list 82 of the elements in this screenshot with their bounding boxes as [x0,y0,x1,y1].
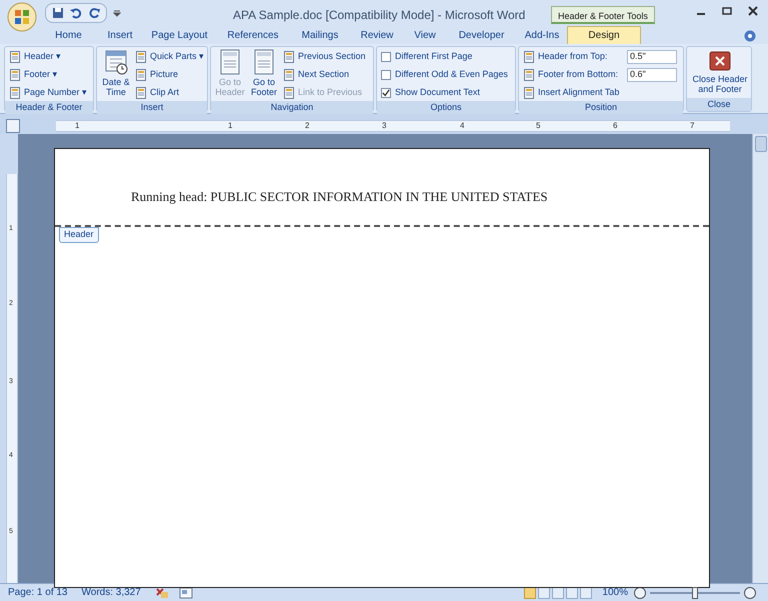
window-title: APA Sample.doc [Compatibility Mode] - Microsoft Word [233,7,526,24]
group-label: Options [377,101,515,114]
contextual-tab-group: Header & Footer Tools [551,6,655,24]
ruler-number: 4 [460,120,464,132]
ruler-number: 1 [228,120,232,132]
ribbon-button[interactable]: Header ▾ [9,49,88,65]
page-icon [252,49,276,75]
undo-icon[interactable] [70,7,82,19]
check-icon [382,89,390,97]
zoom-slider[interactable] [650,586,740,598]
dropdown-icon[interactable] [113,9,121,17]
ribbon-button[interactable]: Clip Art [135,85,204,101]
page-icon [523,87,535,99]
ruler-number: 2 [305,120,310,132]
close-icon[interactable] [748,6,758,16]
ribbon-tab[interactable]: View [404,26,446,44]
word-count[interactable]: Words: 3,327 [82,585,141,600]
field-label: Header from Top: [538,50,608,64]
ruler-number: 6 [613,120,618,132]
group-label: Insert [97,101,207,114]
save-icon[interactable] [52,7,64,19]
page-icon [135,51,147,63]
page-icon [283,87,295,99]
ribbon-button[interactable]: Next Section [283,67,366,83]
maximize-icon[interactable] [722,6,732,16]
page-icon [523,69,535,81]
calendar-icon [104,49,128,75]
page-count[interactable]: Page: 1 of 13 [8,585,68,600]
group-label: Position [519,101,683,114]
checkbox-option[interactable]: Show Document Text [381,85,508,101]
ruler-number: 3 [382,120,386,132]
macro-icon[interactable] [178,586,193,598]
tab-selector[interactable] [6,119,20,133]
checkbox-option[interactable]: Different Odd & Even Pages [381,67,508,83]
page-icon [283,69,295,81]
page-icon [9,51,21,63]
page-icon [135,69,147,81]
spin-field[interactable]: 0.5" [627,50,677,64]
ribbon-button[interactable]: Picture [135,67,204,83]
group-label: Navigation [211,101,373,114]
ribbon-tab[interactable]: Design [567,26,641,44]
help-icon[interactable] [744,30,756,42]
checkbox-option[interactable]: Different First Page [381,49,508,65]
zoom-in-button[interactable] [744,586,756,598]
page-icon [218,49,242,75]
group-label: Close [687,98,751,111]
ruler-number: 7 [690,120,694,132]
ribbon-button[interactable]: Page Number ▾ [9,85,88,101]
header-text: Running head: PUBLIC SECTOR INFORMATION IN THE UNITED STATES [131,188,548,206]
ribbon-button[interactable]: Previous Section [283,49,366,65]
page-icon [283,51,295,63]
ribbon-tab[interactable]: Home [40,26,97,44]
page-icon [135,87,147,99]
page-icon [9,87,21,99]
redo-icon[interactable] [88,7,100,19]
spin-field[interactable]: 0.6" [627,68,677,82]
header-tag: Header [59,227,99,242]
close-header-button[interactable]: Close Header and Footer [691,49,749,94]
scroll-thumb[interactable] [754,136,766,152]
ribbon-tab[interactable]: Developer [446,26,517,44]
ribbon-tab[interactable]: Mailings [290,26,350,44]
close-icon [709,51,731,71]
field-label: Footer from Bottom: [538,68,620,82]
ribbon-button[interactable]: Date & Time [101,49,131,97]
ribbon-button[interactable]: Go to Footer [249,49,279,97]
group-label: Header & Footer [5,101,93,114]
ruler-number: 5 [536,120,540,132]
page-icon [9,69,21,81]
ribbon-button[interactable]: Insert Alignment Tab [523,85,677,101]
page-icon [523,51,535,63]
ribbon-tab[interactable]: Add-Ins [517,26,567,44]
ribbon-tab[interactable]: Review [350,26,404,44]
zoom-level[interactable]: 100% [602,585,628,600]
ribbon-tab[interactable]: Page Layout [143,26,216,44]
ribbon-tab[interactable]: Insert [97,26,143,44]
ribbon-tab[interactable]: References [216,26,290,44]
ruler-number: 1 [75,120,80,132]
vertical-scrollbar[interactable] [752,134,768,583]
proofing-icon[interactable] [154,586,169,598]
ribbon-button[interactable]: Quick Parts ▾ [135,49,204,65]
slider-thumb[interactable] [692,586,698,598]
ribbon-button[interactable]: Footer ▾ [9,67,88,83]
